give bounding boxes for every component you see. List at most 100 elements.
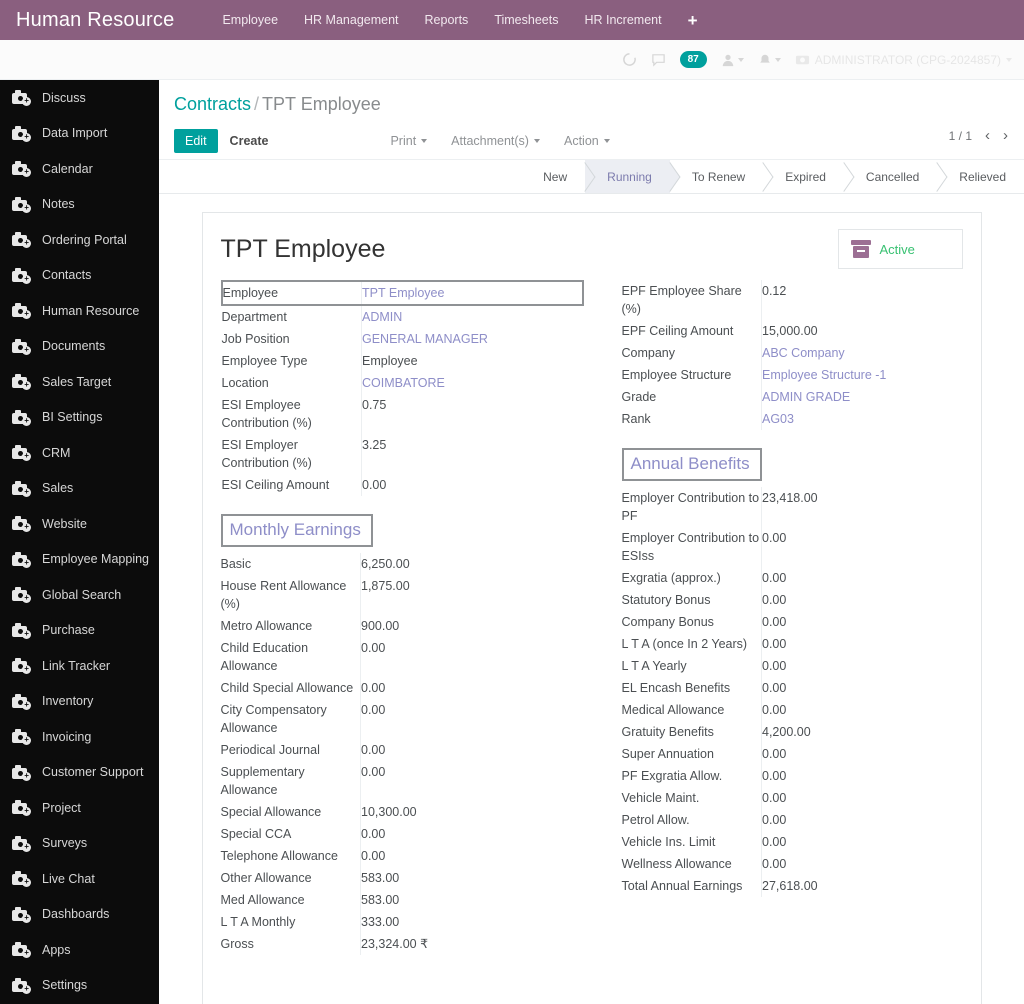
field-value[interactable]: ABC Company	[761, 342, 955, 364]
pager-next-icon[interactable]: ›	[1003, 128, 1008, 143]
field-value[interactable]: ADMIN	[361, 305, 583, 328]
field-value[interactable]: COIMBATORE	[361, 372, 583, 394]
sidebar-item-data-import[interactable]: + Data Import	[0, 116, 159, 152]
status-stage-relieved[interactable]: Relieved	[937, 160, 1024, 193]
status-stage-new[interactable]: New	[521, 160, 586, 193]
sidebar-item-purchase[interactable]: + Purchase	[0, 613, 159, 649]
field-label: Company Bonus	[621, 615, 714, 629]
field-value: 0.00	[360, 637, 584, 677]
sidebar-item-ordering-portal[interactable]: + Ordering Portal	[0, 222, 159, 258]
field-value: 10,300.00	[360, 801, 584, 823]
app-placeholder-icon: +	[12, 800, 31, 817]
create-button[interactable]: Create	[230, 134, 269, 148]
sidebar-item-surveys[interactable]: + Surveys	[0, 826, 159, 862]
sidebar-item-calendar[interactable]: + Calendar	[0, 151, 159, 187]
field-label: Employee Type	[221, 354, 308, 368]
app-placeholder-icon: +	[12, 338, 31, 355]
nav-item-hr-increment[interactable]: HR Increment	[584, 13, 661, 27]
refresh-icon[interactable]	[622, 52, 637, 67]
field-value: 0.00	[360, 677, 584, 699]
status-stage-cancelled[interactable]: Cancelled	[843, 160, 938, 193]
sidebar-item-website[interactable]: + Website	[0, 506, 159, 542]
field-label: Telephone Allowance	[220, 849, 338, 863]
sidebar-item-notes[interactable]: + Notes	[0, 187, 159, 223]
app-brand-title: Human Resource	[16, 8, 175, 31]
section-header-annual-benefits: Annual Benefits	[621, 448, 762, 481]
sidebar-item-employee-mapping[interactable]: + Employee Mapping	[0, 542, 159, 578]
field-label: Grade	[621, 390, 657, 404]
field-label: Wellness Allowance	[621, 857, 732, 871]
field-value[interactable]: AG03	[761, 408, 955, 430]
sidebar-item-apps[interactable]: + Apps	[0, 932, 159, 968]
form-field-row: Periodical Journal 0.00	[221, 739, 584, 761]
nav-item-reports[interactable]: Reports	[425, 13, 469, 27]
employee-details-group: Employee TPT Employee Department ADMIN Job P…	[220, 280, 584, 496]
field-label: EPF Employee Share (%)	[621, 284, 742, 316]
app-placeholder-icon: +	[12, 125, 31, 142]
user-menu[interactable]: ADMINISTRATOR (CPG-2024857)	[795, 52, 1012, 67]
field-value[interactable]: GENERAL MANAGER	[361, 328, 583, 350]
status-stage-expired[interactable]: Expired	[763, 160, 844, 193]
nav-item-hr-management[interactable]: HR Management	[304, 13, 399, 27]
field-value[interactable]: ADMIN GRADE	[761, 386, 955, 408]
field-value: 23,324.00 ₹	[360, 933, 584, 955]
field-label: Med Allowance	[220, 893, 305, 907]
nav-item-employee[interactable]: Employee	[222, 13, 278, 27]
field-label: Employee Structure	[621, 368, 732, 382]
form-field-row: Special Allowance 10,300.00	[221, 801, 584, 823]
nav-item-timesheets[interactable]: Timesheets	[494, 13, 558, 27]
pager-previous-icon[interactable]: ‹	[985, 128, 990, 143]
edit-button[interactable]: Edit	[174, 129, 218, 153]
form-field-row: Statutory Bonus 0.00	[622, 589, 955, 611]
sidebar-item-label: Customer Support	[42, 765, 144, 780]
sidebar-item-invoicing[interactable]: + Invoicing	[0, 719, 159, 755]
messages-icon[interactable]	[651, 52, 666, 67]
form-field-row: Vehicle Ins. Limit 0.00	[622, 831, 955, 853]
form-field-row: Department ADMIN	[222, 305, 583, 328]
print-label: Print	[390, 134, 417, 148]
print-dropdown[interactable]: Print	[390, 134, 428, 148]
field-label: L T A Yearly	[621, 659, 687, 673]
form-columns: Employee TPT Employee Department ADMIN Job P…	[220, 280, 963, 955]
sidebar-item-bi-settings[interactable]: + BI Settings	[0, 400, 159, 436]
field-value: 0.00	[761, 699, 955, 721]
form-field-row: Child Special Allowance 0.00	[221, 677, 584, 699]
attachments-dropdown[interactable]: Attachment(s)	[451, 134, 540, 148]
sidebar-item-documents[interactable]: + Documents	[0, 329, 159, 365]
field-value: 0.00	[761, 809, 955, 831]
action-dropdown[interactable]: Action	[564, 134, 610, 148]
notifications-icon[interactable]	[758, 53, 781, 67]
sidebar-item-link-tracker[interactable]: + Link Tracker	[0, 648, 159, 684]
sidebar-item-crm[interactable]: + CRM	[0, 435, 159, 471]
sidebar-item-label: Live Chat	[42, 871, 95, 886]
form-field-row: House Rent Allowance (%) 1,875.00	[221, 575, 584, 615]
sidebar-item-global-search[interactable]: + Global Search	[0, 577, 159, 613]
sidebar-item-sales-target[interactable]: + Sales Target	[0, 364, 159, 400]
sidebar-item-customer-support[interactable]: + Customer Support	[0, 755, 159, 791]
field-label: Special Allowance	[220, 805, 322, 819]
sidebar-item-live-chat[interactable]: + Live Chat	[0, 861, 159, 897]
sidebar-item-sales[interactable]: + Sales	[0, 471, 159, 507]
sidebar-item-dashboards[interactable]: + Dashboards	[0, 897, 159, 933]
app-sidebar: + Discuss + Data Import + Calendar + Notes + Orde…	[0, 80, 159, 1004]
field-value[interactable]: TPT Employee	[361, 280, 584, 306]
field-value[interactable]: Employee Structure -1	[761, 364, 955, 386]
activity-icon[interactable]	[721, 53, 744, 67]
sidebar-item-human-resource[interactable]: + Human Resource	[0, 293, 159, 329]
sidebar-item-contacts[interactable]: + Contacts	[0, 258, 159, 294]
plus-icon[interactable]: +	[688, 12, 698, 29]
form-field-row: Petrol Allow. 0.00	[622, 809, 955, 831]
sidebar-item-project[interactable]: + Project	[0, 790, 159, 826]
chevron-down-icon	[774, 57, 781, 62]
breadcrumb-parent-contracts[interactable]: Contracts	[174, 94, 251, 114]
status-stage-to-renew[interactable]: To Renew	[669, 160, 764, 193]
active-status-button[interactable]: Active	[837, 229, 963, 269]
sidebar-item-settings[interactable]: + Settings	[0, 968, 159, 1004]
sidebar-item-inventory[interactable]: + Inventory	[0, 684, 159, 720]
status-stage-running[interactable]: Running	[585, 160, 670, 193]
form-field-row: Vehicle Maint. 0.00	[622, 787, 955, 809]
top-navigation: Employee HR Management Reports Timesheet…	[222, 12, 697, 29]
message-count-badge[interactable]: 87	[679, 51, 707, 68]
field-value: 4,200.00	[761, 721, 955, 743]
sidebar-item-discuss[interactable]: + Discuss	[0, 80, 159, 116]
